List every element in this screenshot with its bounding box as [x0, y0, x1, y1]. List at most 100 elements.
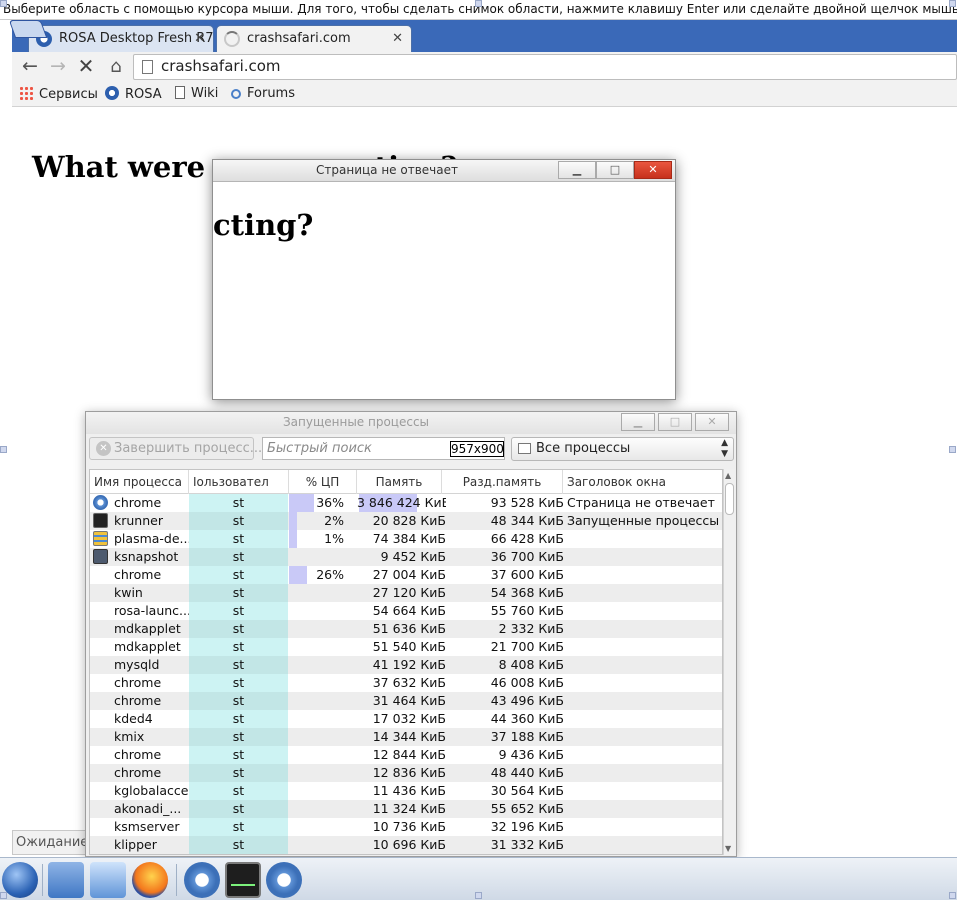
end-process-button[interactable]: ✕ Завершить процесс...	[89, 437, 262, 460]
table-row[interactable]: chrome st 37 632 КиБ 46 008 КиБ	[90, 674, 722, 692]
process-name: akonadi_...	[114, 801, 182, 816]
tab-rosa-desktop[interactable]: ROSA Desktop Fresh R7 ✕	[28, 25, 214, 52]
selection-handle[interactable]	[0, 892, 7, 899]
maximize-button[interactable]: □	[596, 161, 634, 179]
table-row[interactable]: rosa-launc... st 54 664 КиБ 55 760 КиБ	[90, 602, 722, 620]
back-arrow-icon[interactable]: ←	[18, 55, 42, 79]
process-name: chrome	[114, 567, 162, 582]
selection-handle[interactable]	[949, 892, 956, 899]
close-button[interactable]: ✕	[634, 161, 672, 179]
column-header-shared-memory[interactable]: Разд.память	[442, 470, 563, 494]
vertical-scrollbar[interactable]: ▲ ▼	[723, 469, 735, 855]
new-tab-button[interactable]	[8, 20, 48, 38]
dialog-titlebar[interactable]: Страница не отвечает ▁ □ ✕	[213, 160, 675, 182]
minimize-button[interactable]: ▁	[621, 413, 655, 431]
process-shared-memory: 37 600 КиБ	[490, 567, 564, 582]
minimize-button[interactable]: ▁	[558, 161, 596, 179]
selection-handle[interactable]	[475, 892, 482, 899]
process-name: kwin	[114, 585, 143, 600]
process-window-title	[567, 638, 722, 656]
taskbar-separator	[42, 864, 43, 896]
forward-arrow-icon[interactable]: →	[46, 55, 70, 79]
column-header-user[interactable]: Іользовател	[189, 470, 289, 494]
column-header-cpu[interactable]: % ЦП	[289, 470, 357, 494]
text-editor-icon[interactable]	[90, 862, 126, 898]
selection-size-label: 957x900	[450, 441, 504, 457]
table-row[interactable]: chrome st 26% 27 004 КиБ 37 600 КиБ	[90, 566, 722, 584]
rosa-menu-icon[interactable]	[2, 862, 38, 898]
stop-icon[interactable]: ✕	[74, 55, 98, 79]
process-memory: 51 636 КиБ	[372, 621, 446, 636]
table-row[interactable]: mdkapplet st 51 540 КиБ 21 700 КиБ	[90, 638, 722, 656]
table-row[interactable]: kmix st 14 344 КиБ 37 188 КиБ	[90, 728, 722, 746]
bookmark-label: ROSA	[125, 87, 162, 102]
selection-handle[interactable]	[949, 0, 956, 7]
process-shared-memory: 44 360 КиБ	[490, 711, 564, 726]
bookmark-wiki[interactable]: Wiki	[175, 86, 218, 101]
process-window-title	[567, 818, 722, 836]
process-user: st	[189, 656, 288, 674]
scroll-down-icon[interactable]: ▼	[725, 844, 731, 853]
process-memory: 3 846 424 КиБ	[357, 495, 446, 510]
bookmark-forums[interactable]: Forums	[231, 86, 295, 101]
apps-grid-icon	[19, 86, 33, 100]
maximize-button[interactable]: □	[658, 413, 692, 431]
process-memory: 20 828 КиБ	[372, 513, 446, 528]
taskbar-separator	[176, 864, 177, 896]
table-row[interactable]: krunner st 2% 20 828 КиБ 48 344 КиБ Запущенны…	[90, 512, 722, 530]
tab-close-icon[interactable]: ✕	[392, 26, 403, 51]
process-filter-select[interactable]: Все процессы ▲ ▼	[511, 437, 734, 461]
task-manager-titlebar[interactable]: Запущенные процессы ▁ □ ✕	[86, 412, 736, 434]
bookmark-services[interactable]: Сервисы	[19, 86, 98, 102]
table-row[interactable]: kded4 st 17 032 КиБ 44 360 КиБ	[90, 710, 722, 728]
home-icon[interactable]: ⌂	[104, 55, 128, 79]
task-manager-title: Запущенные процессы	[282, 415, 430, 429]
table-row[interactable]: plasma-de... st 1% 74 384 КиБ 66 428 КиБ	[90, 530, 722, 548]
loading-spinner-icon	[224, 31, 240, 47]
system-monitor-icon[interactable]	[225, 862, 261, 898]
url-text[interactable]: crashsafari.com	[161, 57, 281, 75]
firefox-icon[interactable]	[132, 862, 168, 898]
address-bar[interactable]: crashsafari.com	[133, 54, 957, 80]
tab-crashsafari[interactable]: crashsafari.com ✕	[216, 25, 412, 52]
table-row[interactable]: klipper st 10 696 КиБ 31 332 КиБ	[90, 836, 722, 854]
process-name: chrome	[114, 675, 162, 690]
process-memory: 17 032 КиБ	[372, 711, 446, 726]
chrome-icon[interactable]	[184, 862, 220, 898]
process-user: st	[189, 836, 288, 854]
file-manager-icon[interactable]	[48, 862, 84, 898]
table-row[interactable]: mdkapplet st 51 636 КиБ 2 332 КиБ	[90, 620, 722, 638]
table-row[interactable]: chrome st 12 836 КиБ 48 440 КиБ	[90, 764, 722, 782]
table-row[interactable]: akonadi_... st 11 324 КиБ 55 652 КиБ	[90, 800, 722, 818]
bookmark-rosa[interactable]: ROSA	[105, 86, 162, 102]
column-header-memory[interactable]: Память	[357, 470, 442, 494]
table-row[interactable]: ksnapshot st 9 452 КиБ 36 700 КиБ	[90, 548, 722, 566]
process-shared-memory: 55 760 КиБ	[490, 603, 564, 618]
selection-handle[interactable]	[949, 446, 956, 453]
table-row[interactable]: ksmserver st 10 736 КиБ 32 196 КиБ	[90, 818, 722, 836]
process-user: st	[189, 566, 288, 584]
scrollbar-thumb[interactable]	[725, 483, 734, 515]
table-row[interactable]: mysqld st 41 192 КиБ 8 408 КиБ	[90, 656, 722, 674]
selection-handle[interactable]	[475, 0, 482, 7]
process-user: st	[189, 548, 288, 566]
column-header-name[interactable]: Имя процесса	[90, 470, 189, 494]
page-icon	[142, 60, 153, 74]
close-button[interactable]: ✕	[695, 413, 729, 431]
table-row[interactable]: chrome st 12 844 КиБ 9 436 КиБ	[90, 746, 722, 764]
table-row[interactable]: kglobalaccel st 11 436 КиБ 30 564 КиБ	[90, 782, 722, 800]
process-table[interactable]: Имя процесса Іользовател % ЦП Память Раз…	[89, 469, 723, 855]
scroll-up-icon[interactable]: ▲	[725, 471, 731, 480]
table-header: Имя процесса Іользовател % ЦП Память Раз…	[90, 470, 722, 494]
window-list-icon	[518, 443, 531, 454]
selection-handle[interactable]	[0, 446, 7, 453]
process-memory: 9 452 КиБ	[380, 549, 446, 564]
chrome-icon[interactable]	[266, 862, 302, 898]
column-header-window-title[interactable]: Заголовок окна	[563, 470, 722, 494]
dialog-page-preview: cting?	[213, 208, 314, 242]
table-row[interactable]: chrome st 31 464 КиБ 43 496 КиБ	[90, 692, 722, 710]
table-row[interactable]: chrome st 36% 3 846 424 КиБ 93 528 КиБ Страни…	[90, 494, 722, 512]
table-row[interactable]: kwin st 27 120 КиБ 54 368 КиБ	[90, 584, 722, 602]
tab-close-icon[interactable]: ✕	[194, 26, 205, 51]
selection-handle[interactable]	[0, 0, 7, 7]
